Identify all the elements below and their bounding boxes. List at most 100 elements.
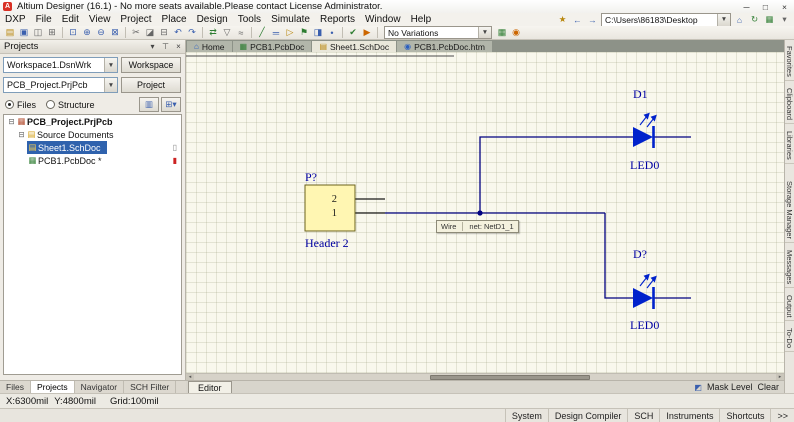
menu-edit[interactable]: Edit xyxy=(57,14,84,25)
forward-icon[interactable]: → xyxy=(586,14,599,25)
tab-favorites[interactable]: Favorites xyxy=(785,43,794,81)
open-document-button[interactable]: ▤ xyxy=(3,27,17,39)
menu-project[interactable]: Project xyxy=(115,14,156,25)
compile-project-button[interactable]: ✔ xyxy=(346,27,360,39)
more-panels-button[interactable]: >> xyxy=(770,409,794,422)
panels-menu-icon[interactable]: ▾ xyxy=(778,14,791,25)
tab-storage-manager[interactable]: Storage Manager xyxy=(785,178,794,243)
menu-file[interactable]: File xyxy=(31,14,57,25)
release-view-button[interactable]: ◉ xyxy=(509,27,523,39)
home-icon[interactable]: ⌂ xyxy=(733,14,746,25)
tab-clipboard[interactable]: Clipboard xyxy=(785,85,794,124)
tab-pcb1-pcbdoc-htm[interactable]: ◉ PCB1.PcbDoc.htm xyxy=(397,41,492,52)
selected-tree-item[interactable]: ▤ Sheet1.SchDoc xyxy=(27,141,107,154)
place-junction-button[interactable]: • xyxy=(325,27,339,39)
minimize-button[interactable]: ─ xyxy=(737,1,756,13)
refresh-icon[interactable]: ↻ xyxy=(748,14,761,25)
pin-icon[interactable]: ⊤ xyxy=(159,41,172,53)
find-similar-button[interactable]: ≈ xyxy=(234,27,248,39)
tree-row-source-documents[interactable]: ⊟ ▤ Source Documents xyxy=(4,128,181,141)
design-compiler-panels-button[interactable]: Design Compiler xyxy=(548,409,628,422)
save-document-button[interactable]: ▣ xyxy=(17,27,31,39)
place-bus-button[interactable]: ═ xyxy=(269,27,283,39)
zoom-in-button[interactable]: ⊕ xyxy=(80,27,94,39)
place-port-button[interactable]: ◨ xyxy=(311,27,325,39)
tab-todo[interactable]: To-Do xyxy=(785,325,794,352)
mask-level-button[interactable]: Mask Level xyxy=(707,382,753,392)
led-d1-comment[interactable]: LED0 xyxy=(630,158,659,172)
tab-sheet1-schdoc[interactable]: ▤ Sheet1.SchDoc xyxy=(312,41,396,52)
tab-files[interactable]: Files xyxy=(0,381,31,393)
menu-design[interactable]: Design xyxy=(192,14,233,25)
sort-options-button[interactable]: ⊞▾ xyxy=(161,97,181,112)
cross-probe-button[interactable]: ⇄ xyxy=(206,27,220,39)
tab-output[interactable]: Output xyxy=(785,292,794,322)
place-part-button[interactable]: ▷ xyxy=(283,27,297,39)
chevron-down-icon[interactable]: ▼ xyxy=(717,14,730,26)
back-icon[interactable]: ← xyxy=(571,14,584,25)
print-button[interactable]: ◫ xyxy=(31,27,45,39)
menu-place[interactable]: Place xyxy=(157,14,192,25)
header-component[interactable]: 2 1 P? Header 2 xyxy=(305,170,385,250)
menu-tools[interactable]: Tools xyxy=(233,14,266,25)
clear-button[interactable]: Clear xyxy=(757,382,779,392)
tab-sch-filter[interactable]: SCH Filter xyxy=(124,381,176,393)
led-d1-triangle[interactable] xyxy=(633,127,653,147)
led-d2-triangle[interactable] xyxy=(633,288,653,308)
redo-button[interactable]: ↷ xyxy=(185,27,199,39)
tab-libraries[interactable]: Libraries xyxy=(785,128,794,164)
tab-home[interactable]: ⌂ Home xyxy=(187,41,232,52)
menu-simulate[interactable]: Simulate xyxy=(266,14,315,25)
variations-combobox[interactable]: No Variations ▼ xyxy=(384,26,492,39)
led-d2-comment[interactable]: LED0 xyxy=(630,318,659,332)
horizontal-scrollbar[interactable]: ◂ ▸ xyxy=(186,373,784,380)
print-preview-button[interactable]: ⊞ xyxy=(45,27,59,39)
menu-dxp[interactable]: DXP xyxy=(0,14,31,25)
structure-radio[interactable] xyxy=(46,100,55,109)
tree-row-project[interactable]: ⊟ ▦ PCB_Project.PrjPcb xyxy=(4,115,181,128)
close-button[interactable]: × xyxy=(775,1,794,13)
collapse-icon[interactable]: ⊟ xyxy=(17,130,26,139)
workspace-button[interactable]: Workspace xyxy=(121,57,181,73)
menu-view[interactable]: View xyxy=(84,14,116,25)
header-comment[interactable]: Header 2 xyxy=(305,236,349,250)
chevron-down-icon[interactable]: ▼ xyxy=(104,58,117,72)
project-button[interactable]: Project xyxy=(121,77,181,93)
wire-junction[interactable] xyxy=(477,210,482,215)
tree-item-label[interactable]: Source Documents xyxy=(37,130,114,140)
header-designator[interactable]: P? xyxy=(305,170,317,184)
layout-icon[interactable]: ▦ xyxy=(763,14,776,25)
zoom-out-button[interactable]: ⊖ xyxy=(94,27,108,39)
tab-messages[interactable]: Messages xyxy=(785,247,794,288)
led-d2-designator[interactable]: D? xyxy=(633,247,647,261)
tab-projects[interactable]: Projects xyxy=(31,381,75,393)
favorites-icon[interactable]: ★ xyxy=(556,14,569,25)
cut-button[interactable]: ✂ xyxy=(129,27,143,39)
sch-panels-button[interactable]: SCH xyxy=(627,409,659,422)
menu-reports[interactable]: Reports xyxy=(315,14,360,25)
place-wire-button[interactable]: ╱ xyxy=(255,27,269,39)
tree-item-label[interactable]: PCB1.PcbDoc * xyxy=(38,156,102,166)
path-combobox[interactable]: C:\Users\86183\Desktop ▼ xyxy=(601,13,731,27)
instruments-panels-button[interactable]: Instruments xyxy=(659,409,719,422)
maximize-button[interactable]: □ xyxy=(756,1,775,13)
tree-item-label[interactable]: Sheet1.SchDoc xyxy=(38,143,101,153)
wire-net[interactable] xyxy=(385,137,633,298)
tab-pcb1-pcbdoc[interactable]: ▦ PCB1.PcbDoc xyxy=(233,41,312,52)
chevron-down-icon[interactable]: ▼ xyxy=(104,78,117,92)
panel-close-icon[interactable]: × xyxy=(172,41,185,53)
tree-row-schdoc[interactable]: ▤ Sheet1.SchDoc ▯ xyxy=(4,141,181,154)
place-net-label-button[interactable]: ⚑ xyxy=(297,27,311,39)
files-radio[interactable] xyxy=(5,100,14,109)
collapse-icon[interactable]: ⊟ xyxy=(7,117,16,126)
system-panels-button[interactable]: System xyxy=(505,409,548,422)
editor-tab[interactable]: Editor xyxy=(188,381,232,394)
chevron-down-icon[interactable]: ▼ xyxy=(478,27,491,38)
led-d1-component[interactable]: D1 LED0 xyxy=(630,87,691,172)
header-body[interactable] xyxy=(305,185,355,231)
project-combobox[interactable]: PCB_Project.PrjPcb ▼ xyxy=(3,77,118,93)
paste-button[interactable]: ⊟ xyxy=(157,27,171,39)
tab-navigator[interactable]: Navigator xyxy=(75,381,124,393)
tree-row-pcbdoc[interactable]: ▦ PCB1.PcbDoc * ▮ xyxy=(4,154,181,167)
zoom-window-button[interactable]: ⊡ xyxy=(66,27,80,39)
